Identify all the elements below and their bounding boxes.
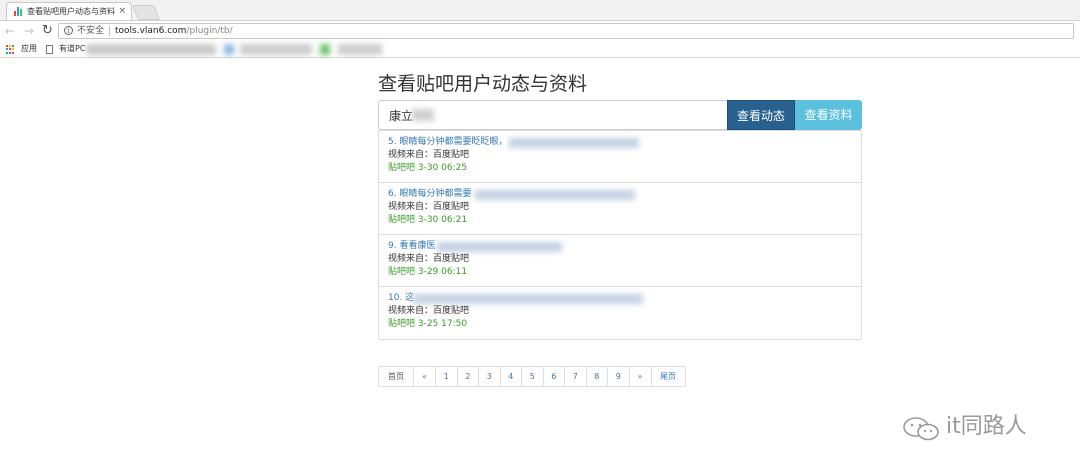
forward-arrow-icon[interactable]: → <box>24 23 34 39</box>
page-icon <box>46 45 53 54</box>
item-title-link[interactable]: 9. 看看康医 <box>388 240 435 253</box>
close-tab-icon[interactable]: × <box>115 3 126 20</box>
watermark-text: it同路人 <box>946 414 1027 439</box>
item-source: 视频来自：百度贴吧 <box>388 202 470 212</box>
pagination-page[interactable]: 6 <box>542 367 565 386</box>
browser-toolbar: ← → ↻ i 不安全 tools.vlan6.com/plugin/tb/ <box>0 20 1080 41</box>
chart-favicon-icon <box>14 7 23 16</box>
item-source: 视频来自：百度贴吧 <box>388 150 470 160</box>
browser-tab[interactable]: 查看贴吧用户动态与资料 × <box>6 2 132 20</box>
pagination-page[interactable]: 4 <box>499 367 522 386</box>
new-tab-button[interactable] <box>132 5 160 20</box>
blurred-title <box>413 294 643 304</box>
item-meta[interactable]: 贴吧吧 3-30 06:25 <box>388 162 467 175</box>
blurred-bookmark-favicon <box>224 44 234 55</box>
blurred-title <box>475 190 635 200</box>
pagination-page[interactable]: 7 <box>564 367 586 386</box>
search-group: 查看动态 查看资料 <box>378 100 862 130</box>
back-arrow-icon[interactable]: ← <box>5 23 15 39</box>
pagination-page[interactable]: 5 <box>521 367 543 386</box>
pagination-page[interactable]: 2 <box>456 367 479 386</box>
blurred-title <box>437 242 562 252</box>
bookmark-item[interactable]: 有道PC <box>59 41 85 57</box>
item-source: 视频来自：百度贴吧 <box>388 254 470 264</box>
blurred-bookmarks <box>338 44 382 55</box>
list-item: 6. 眼睛每分钟都需要 视频来自：百度贴吧 贴吧吧 3-30 06:21 <box>379 183 861 235</box>
list-item: 10. 这 视频来自：百度贴吧 贴吧吧 3-25 17:50 <box>379 287 861 339</box>
apps-grid-icon[interactable] <box>6 45 15 54</box>
reload-icon[interactable]: ↻ <box>42 23 53 39</box>
pagination: 首页 « 1 2 3 4 5 6 7 8 9 » 尾页 <box>378 366 686 387</box>
url-text[interactable]: tools.vlan6.com/plugin/tb/ <box>115 24 233 38</box>
pagination-page[interactable]: 9 <box>607 367 629 386</box>
item-meta[interactable]: 贴吧吧 3-25 17:50 <box>388 318 467 331</box>
wechat-icon <box>903 417 939 441</box>
address-bar[interactable]: i 不安全 tools.vlan6.com/plugin/tb/ <box>58 23 1074 39</box>
blurred-bookmarks <box>86 44 216 55</box>
pagination-page[interactable]: 8 <box>585 367 608 386</box>
list-item: 5. 眼睛每分钟都需要眨眨眼， 视频来自：百度贴吧 贴吧吧 3-30 06:25 <box>379 131 861 183</box>
blurred-bookmarks <box>240 44 312 55</box>
page-title: 查看贴吧用户动态与资料 <box>378 73 588 95</box>
blurred-title <box>509 138 639 148</box>
tab-title: 查看贴吧用户动态与资料 <box>27 7 115 16</box>
url-host: tools.vlan6.com <box>115 26 187 36</box>
activity-list: 5. 眼睛每分钟都需要眨眨眼， 视频来自：百度贴吧 贴吧吧 3-30 06:25… <box>378 130 862 340</box>
pagination-prev[interactable]: « <box>413 367 435 386</box>
pagination-last[interactable]: 尾页 <box>650 367 685 386</box>
info-icon[interactable]: i <box>64 26 73 35</box>
pagination-next[interactable]: » <box>628 367 651 386</box>
item-source: 视频来自：百度贴吧 <box>388 306 470 316</box>
view-profile-button[interactable]: 查看资料 <box>795 100 862 130</box>
item-meta[interactable]: 贴吧吧 3-29 06:11 <box>388 266 467 279</box>
item-meta[interactable]: 贴吧吧 3-30 06:21 <box>388 214 467 227</box>
url-separator <box>109 26 110 36</box>
pagination-page[interactable]: 1 <box>435 367 457 386</box>
view-feed-button[interactable]: 查看动态 <box>727 100 795 130</box>
blurred-bookmark-favicon <box>320 44 330 55</box>
item-title-link[interactable]: 10. 这 <box>388 292 414 305</box>
bookmarks-bar: 应用 有道PC <box>0 41 1080 58</box>
list-item: 9. 看看康医 视频来自：百度贴吧 贴吧吧 3-29 06:11 <box>379 235 861 287</box>
pagination-first[interactable]: 首页 <box>379 367 413 386</box>
blurred-input-text <box>412 109 434 121</box>
item-title-link[interactable]: 6. 眼睛每分钟都需要 <box>388 188 471 201</box>
browser-tabstrip: 查看贴吧用户动态与资料 × <box>0 0 1080 20</box>
pagination-page[interactable]: 3 <box>478 367 500 386</box>
item-title-link[interactable]: 5. 眼睛每分钟都需要眨眨眼， <box>388 136 507 149</box>
bookmark-apps[interactable]: 应用 <box>21 41 37 57</box>
url-path: /plugin/tb/ <box>186 26 233 36</box>
insecure-label[interactable]: 不安全 <box>77 24 104 38</box>
